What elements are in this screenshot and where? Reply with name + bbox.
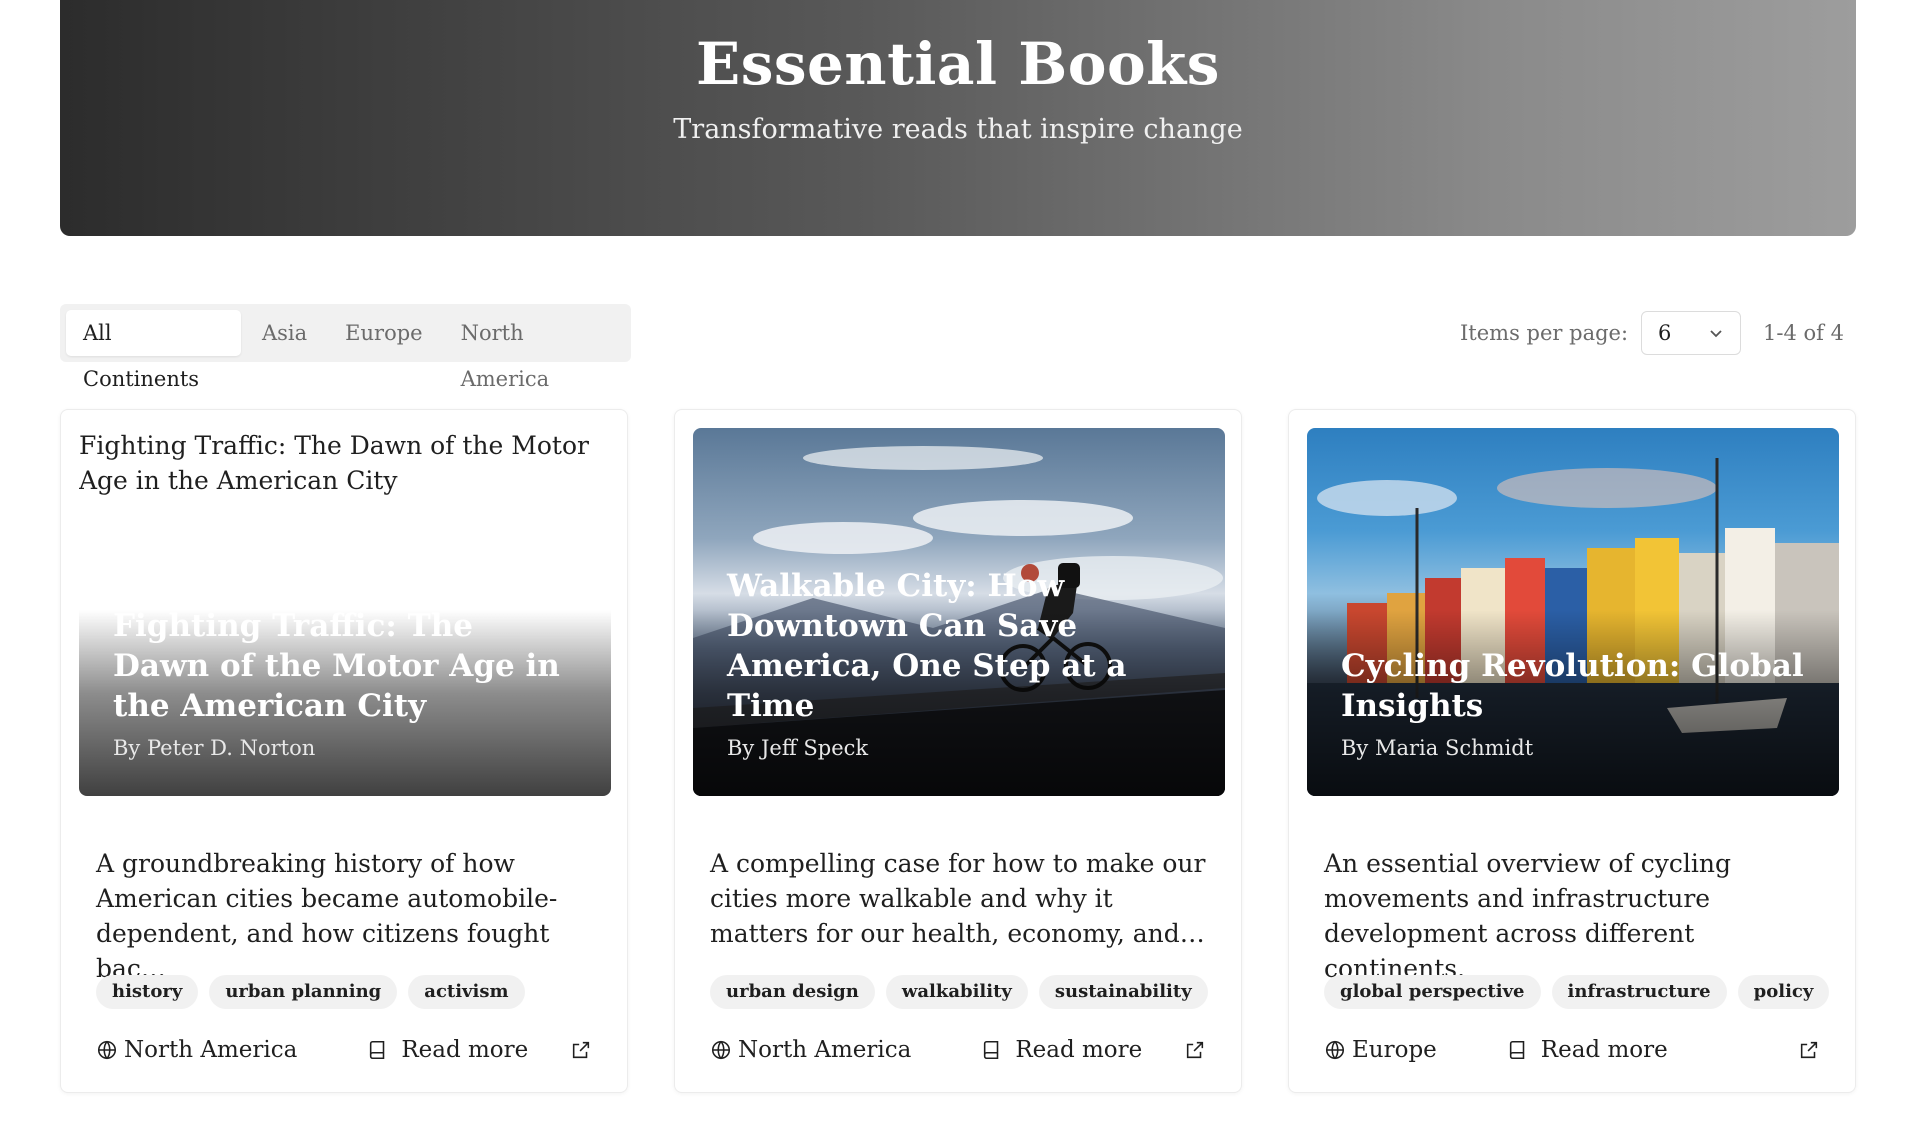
book-author: By Maria Schmidt: [1341, 736, 1534, 760]
book-description: A compelling case for how to make our ci…: [710, 849, 1206, 948]
tag-list: urban design walkability sustainability: [710, 975, 1208, 1009]
globe-icon: [710, 1039, 732, 1061]
pagination-controls: Items per page: 6 1-4 of 4: [1460, 310, 1844, 356]
read-more-label: Read more: [1540, 1037, 1668, 1063]
book-title: Fighting Traffic: The Dawn of the Motor …: [113, 608, 560, 724]
region-text: Europe: [1352, 1037, 1437, 1063]
card-footer: Europe Read more: [1324, 1030, 1820, 1070]
tag: policy: [1737, 975, 1830, 1009]
book-icon: [1507, 1039, 1529, 1061]
region-text: North America: [124, 1037, 298, 1063]
region-label: North America: [96, 1037, 297, 1063]
items-per-page-value: 6: [1658, 321, 1672, 345]
book-cover: Walkable City: How Downtown Can Save Ame…: [693, 428, 1225, 796]
continent-filter-tabs: All Continents Asia Europe North America: [60, 304, 631, 391]
items-per-page-label: Items per page:: [1460, 321, 1629, 345]
book-title: Cycling Revolution: Global Insights: [1341, 648, 1804, 724]
tag: urban planning: [209, 975, 398, 1009]
card-footer: North America Read more: [710, 1030, 1206, 1070]
tag: walkability: [885, 975, 1028, 1009]
tag: activism: [408, 975, 525, 1009]
read-more-link[interactable]: Read more: [981, 1037, 1142, 1063]
read-more-label: Read more: [401, 1037, 529, 1063]
region-label: North America: [710, 1037, 911, 1063]
tag: infrastructure: [1551, 975, 1727, 1009]
book-card: Fighting Traffic: The Dawn of the Motor …: [60, 409, 628, 1093]
external-link-icon[interactable]: [1184, 1039, 1206, 1061]
tag: urban design: [710, 975, 875, 1009]
chevron-down-icon: [1708, 325, 1724, 341]
pagination-range: 1-4 of 4: [1763, 321, 1844, 345]
hero-banner: Essential Books Transformative reads tha…: [60, 0, 1856, 236]
book-author: By Jeff Speck: [727, 736, 869, 760]
card-footer: North America Read more: [96, 1030, 592, 1070]
tag: global perspective: [1324, 975, 1541, 1009]
book-description: A groundbreaking history of how American…: [96, 849, 558, 983]
items-per-page-select[interactable]: 6: [1641, 311, 1742, 355]
book-icon: [367, 1039, 389, 1061]
tab-europe[interactable]: Europe: [328, 310, 439, 356]
tab-all-continents[interactable]: All Continents: [66, 310, 241, 391]
book-card: Cycling Revolution: Global Insights By M…: [1288, 409, 1856, 1093]
external-link-icon[interactable]: [570, 1039, 592, 1061]
book-cover: Fighting Traffic: The Dawn of the Motor …: [79, 428, 611, 796]
globe-icon: [1324, 1039, 1346, 1061]
tag: history: [96, 975, 199, 1009]
tag-list: global perspective infrastructure policy: [1324, 975, 1830, 1009]
book-cover: Cycling Revolution: Global Insights By M…: [1307, 428, 1839, 796]
read-more-link[interactable]: Read more: [367, 1037, 528, 1063]
book-card: Walkable City: How Downtown Can Save Ame…: [674, 409, 1242, 1093]
cover-alt-text: Fighting Traffic: The Dawn of the Motor …: [79, 431, 589, 495]
book-author: By Peter D. Norton: [113, 736, 316, 760]
read-more-label: Read more: [1015, 1037, 1143, 1063]
read-more-link[interactable]: Read more: [1507, 1037, 1668, 1063]
external-link-icon[interactable]: [1798, 1039, 1820, 1061]
page-subtitle: Transformative reads that inspire change: [673, 114, 1243, 145]
region-label: Europe: [1324, 1037, 1437, 1063]
tab-asia[interactable]: Asia: [245, 310, 324, 356]
book-title: Walkable City: How Downtown Can Save Ame…: [727, 568, 1127, 724]
tab-north-america[interactable]: North America: [444, 310, 625, 391]
page-title: Essential Books: [696, 30, 1220, 98]
book-description: An essential overview of cycling movemen…: [1324, 849, 1731, 983]
tag-list: history urban planning activism: [96, 975, 525, 1009]
region-text: North America: [738, 1037, 912, 1063]
globe-icon: [96, 1039, 118, 1061]
tag: sustainability: [1038, 975, 1208, 1009]
book-icon: [981, 1039, 1003, 1061]
